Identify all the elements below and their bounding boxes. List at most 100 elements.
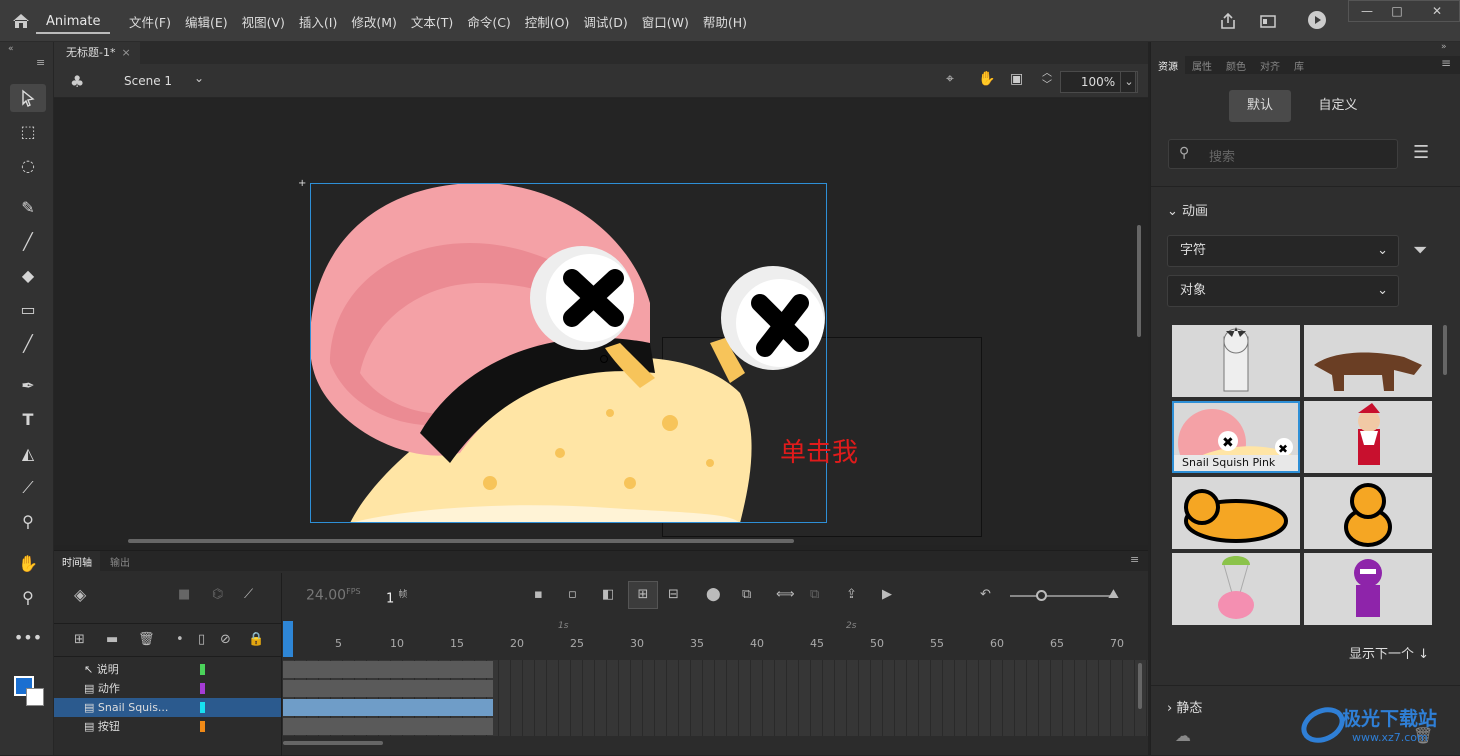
layers-icon[interactable]: ◈ xyxy=(74,585,86,604)
new-layer-icon[interactable]: ⊞ xyxy=(74,632,85,647)
import-asset-icon[interactable]: ☁ xyxy=(1175,726,1191,745)
fit-frames-icon[interactable]: ⛰ xyxy=(1108,587,1119,602)
tab-color[interactable]: 颜色 xyxy=(1219,56,1253,74)
eraser-tool-icon[interactable]: ◆ xyxy=(10,262,46,290)
free-transform-tool-icon[interactable]: ⬚ xyxy=(10,118,46,146)
loop-icon[interactable]: ⟺ xyxy=(776,587,795,602)
close-icon[interactable]: ✕ xyxy=(1419,1,1455,21)
menu-window[interactable]: 窗口(W) xyxy=(635,12,696,31)
new-folder-icon[interactable]: ▬ xyxy=(106,632,118,647)
minimize-icon[interactable]: — xyxy=(1353,1,1381,21)
insert-frame-icon[interactable]: ◧ xyxy=(602,587,614,602)
stage-horizontal-scrollbar[interactable] xyxy=(128,539,794,543)
asset-thumb-snail-squish-pink[interactable]: ✖ ✖ Snail Squish Pink xyxy=(1172,401,1300,473)
sync-icon[interactable]: ⧉ xyxy=(810,587,819,602)
expand-panel-icon[interactable]: » xyxy=(1441,42,1447,52)
show-next-link[interactable]: 显示下一个 ↓ xyxy=(1349,643,1429,662)
static-section-header[interactable]: › 静态 xyxy=(1167,697,1202,716)
highlight-layers-icon[interactable]: • xyxy=(176,632,184,647)
camera-icon[interactable]: ■ xyxy=(178,587,190,602)
line-tool-icon[interactable]: ╱ xyxy=(10,330,46,358)
click-me-text[interactable]: 单击我 xyxy=(780,432,858,469)
frame-row[interactable] xyxy=(283,717,1148,736)
menu-text[interactable]: 文本(T) xyxy=(404,12,460,31)
frame-span[interactable] xyxy=(283,661,493,678)
frame-row[interactable] xyxy=(283,698,1148,717)
asset-thumb-pig-parachute[interactable] xyxy=(1172,553,1300,625)
paint-bucket-tool-icon[interactable]: ◭ xyxy=(10,440,46,468)
insert-blank-keyframe-icon[interactable]: ▫ xyxy=(568,587,577,602)
onion-skin-icon[interactable]: ⬤ xyxy=(706,587,721,602)
text-tool-icon[interactable]: T xyxy=(10,406,46,434)
tab-library[interactable]: 库 xyxy=(1287,56,1311,74)
lock-layers-icon[interactable]: 🔒 xyxy=(248,632,264,647)
graph-icon[interactable]: ⟋ xyxy=(244,587,253,602)
outline-layers-icon[interactable]: ▯ xyxy=(198,632,205,647)
tab-output[interactable]: 输出 xyxy=(102,551,138,572)
more-tools-icon[interactable]: ••• xyxy=(10,624,46,652)
zoom-dropdown-icon[interactable]: ⌄ xyxy=(1120,71,1138,93)
layer-row[interactable]: ▤ 按钮 xyxy=(54,717,281,736)
layer-row-selected[interactable]: ▤ Snail Squis... xyxy=(54,698,281,717)
timeline-menu-icon[interactable]: ≡ xyxy=(1130,553,1139,566)
edit-multiple-frames-icon[interactable]: ⧉ xyxy=(742,587,751,602)
tab-properties[interactable]: 属性 xyxy=(1185,56,1219,74)
asset-thumb-dog-lying[interactable] xyxy=(1172,477,1300,549)
eyedropper-tool-icon[interactable]: ⟋ xyxy=(10,474,46,502)
close-tab-icon[interactable]: × xyxy=(121,46,130,59)
play-test-icon[interactable] xyxy=(1306,10,1328,32)
pen-tool-icon[interactable]: ✒ xyxy=(10,372,46,400)
center-stage-icon[interactable]: ⌖ xyxy=(946,71,954,87)
delete-layer-icon[interactable]: 🗑 xyxy=(138,632,155,647)
menu-commands[interactable]: 命令(C) xyxy=(460,12,517,31)
menu-edit[interactable]: 编辑(E) xyxy=(178,12,235,31)
layer-row[interactable]: ↖ 说明 xyxy=(54,660,281,679)
menu-help[interactable]: 帮助(H) xyxy=(696,12,754,31)
brush-tool-icon[interactable]: ╱ xyxy=(10,228,46,256)
tab-align[interactable]: 对齐 xyxy=(1253,56,1287,74)
rotation-tool-icon[interactable]: ✋ xyxy=(978,71,995,87)
tab-timeline[interactable]: 时间轴 xyxy=(54,551,100,572)
timeline-horizontal-scrollbar[interactable] xyxy=(283,741,383,745)
asset-thumb-werewolf[interactable] xyxy=(1304,325,1432,397)
collapse-tools-icon[interactable]: « xyxy=(8,44,14,54)
assets-scrollbar[interactable] xyxy=(1443,325,1447,375)
edit-symbols-icon[interactable]: ♣ xyxy=(70,72,84,91)
custom-button[interactable]: 自定义 xyxy=(1301,90,1375,122)
workspace-icon[interactable] xyxy=(1258,12,1278,32)
frame-span[interactable] xyxy=(283,718,493,735)
asset-thumb-mummy[interactable] xyxy=(1172,325,1300,397)
type-dropdown[interactable]: 对象 ⌄ xyxy=(1167,275,1399,307)
auto-keyframe-icon[interactable]: ⊞ xyxy=(628,581,658,609)
frame-row[interactable] xyxy=(283,679,1148,698)
clip-content-icon[interactable]: ▣ xyxy=(1010,71,1023,87)
zoom-stepper-icon[interactable]: ︿ ﹀ xyxy=(1042,68,1052,92)
category-dropdown[interactable]: 字符 ⌄ xyxy=(1167,235,1399,267)
asset-thumb-santa[interactable] xyxy=(1304,401,1432,473)
filter-icon[interactable]: ⏷ xyxy=(1413,240,1427,261)
stage-vertical-scrollbar[interactable] xyxy=(1137,225,1141,337)
home-icon[interactable] xyxy=(10,12,32,32)
menu-insert[interactable]: 插入(I) xyxy=(292,12,344,31)
frame-span-selected[interactable] xyxy=(283,699,493,716)
asset-thumb-dog-sitting[interactable] xyxy=(1304,477,1432,549)
app-name[interactable]: Animate xyxy=(36,8,111,34)
transform-point-icon[interactable] xyxy=(600,355,608,363)
zoom-slider-handle[interactable] xyxy=(1036,590,1047,601)
menu-view[interactable]: 视图(V) xyxy=(235,12,292,31)
list-view-icon[interactable]: ☰ xyxy=(1413,142,1429,163)
playhead[interactable] xyxy=(283,621,293,657)
frame-ruler[interactable]: 1s 2s 5 10 15 20 25 30 35 40 45 50 55 60 65 70 xyxy=(283,621,1148,659)
reset-icon[interactable]: ↶ xyxy=(980,587,991,602)
default-button[interactable]: 默认 xyxy=(1229,90,1291,122)
scene-dropdown-icon[interactable]: ⌄ xyxy=(194,71,204,85)
fps-value[interactable]: 24.00FPS xyxy=(306,587,361,604)
layer-row[interactable]: ▤ 动作 xyxy=(54,679,281,698)
pin-tool-icon[interactable]: ⚲ xyxy=(10,508,46,536)
menu-debug[interactable]: 调试(D) xyxy=(576,12,634,31)
export-icon[interactable]: ⇪ xyxy=(846,587,857,602)
tools-menu-icon[interactable]: ≡ xyxy=(36,56,45,69)
animation-section-header[interactable]: ⌄ 动画 xyxy=(1167,200,1208,219)
hand-tool-icon[interactable]: ✋ xyxy=(10,550,46,578)
fill-color-swatch[interactable] xyxy=(26,688,44,706)
